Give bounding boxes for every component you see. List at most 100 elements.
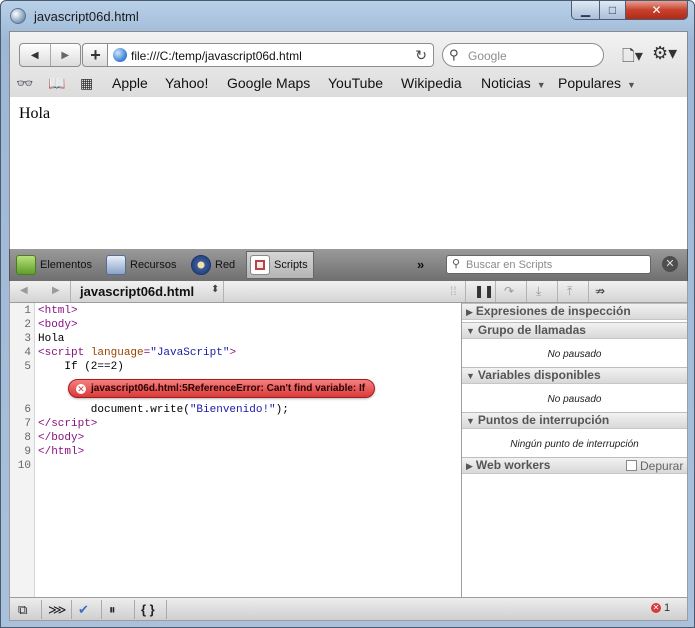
back-button[interactable]: ◀ xyxy=(20,44,51,66)
tab-scripts[interactable]: Scripts xyxy=(246,251,314,279)
line-number[interactable]: 4 xyxy=(10,347,31,359)
tab-recursos[interactable]: Recursos xyxy=(106,251,176,279)
bookmarks-book-icon[interactable]: 📖 xyxy=(48,75,65,92)
line-number[interactable]: 5 xyxy=(10,361,31,373)
disclosure-down-icon: ▼ xyxy=(466,326,475,336)
script-back-button[interactable]: ◀ xyxy=(20,285,28,296)
section-title: Web workers xyxy=(475,458,551,472)
dock-toggle-icon[interactable]: ⧉ xyxy=(18,602,27,618)
address-bar[interactable]: file:///C:/temp/javascript06d.html ↻ xyxy=(107,43,434,67)
section-scope-variables[interactable]: ▼ Variables disponibles xyxy=(462,367,687,384)
gear-icon[interactable]: ⚙▾ xyxy=(652,43,677,64)
pause-icon[interactable]: ❚❚ xyxy=(474,284,494,298)
pane-resize-handle[interactable]: ⁞⁞ xyxy=(450,284,457,298)
error-count[interactable]: ✕ 1 xyxy=(651,602,670,614)
pause-on-exceptions-icon[interactable]: ⏸ xyxy=(109,602,116,618)
close-window-button[interactable]: ✕ xyxy=(625,1,688,20)
page-menu-icon[interactable]: 🗋▾ xyxy=(622,45,643,72)
divider xyxy=(588,281,589,302)
script-forward-button[interactable]: ▶ xyxy=(52,285,60,296)
debug-workers-checkbox[interactable]: Depurar xyxy=(626,459,683,474)
divider xyxy=(557,281,558,302)
console-icon[interactable]: ⋙ xyxy=(48,602,67,618)
divider xyxy=(70,281,71,302)
step-into-icon[interactable]: ⤓ xyxy=(536,284,541,299)
disclosure-right-icon: ▶ xyxy=(466,461,473,471)
reading-list-icon[interactable]: 👓 xyxy=(16,75,33,92)
divider xyxy=(465,281,466,302)
line-number[interactable]: 3 xyxy=(10,333,31,345)
tab-red[interactable]: Red xyxy=(191,251,235,279)
bookmark-apple[interactable]: Apple xyxy=(112,75,148,91)
search-icon: ⚲ xyxy=(452,258,461,270)
code-line: <script language="JavaScript"> xyxy=(38,347,237,359)
checkbox-box xyxy=(626,460,637,471)
section-breakpoints[interactable]: ▼ Puntos de interrupción xyxy=(462,412,687,429)
chevron-down-icon: ▼ xyxy=(627,80,636,90)
step-over-icon[interactable]: ↷ xyxy=(504,284,514,298)
bookmark-google-maps[interactable]: Google Maps xyxy=(227,75,310,91)
bookmark-yahoo[interactable]: Yahoo! xyxy=(165,75,208,91)
top-sites-grid-icon[interactable]: ▦ xyxy=(80,75,93,92)
deactivate-breakpoints-icon[interactable]: ⇏ xyxy=(595,284,605,298)
title-bar: javascript06d.html ▁ □ ✕ xyxy=(1,1,694,31)
forward-button[interactable]: ▶ xyxy=(51,44,81,66)
bookmark-wikipedia[interactable]: Wikipedia xyxy=(401,75,462,91)
line-number[interactable]: 6 xyxy=(10,404,31,416)
line-number[interactable]: 2 xyxy=(10,319,31,331)
elements-icon xyxy=(16,255,36,275)
add-bookmark-button[interactable]: + xyxy=(82,43,108,67)
tab-scripts-label: Scripts xyxy=(274,259,308,271)
line-number[interactable]: 9 xyxy=(10,446,31,458)
scripts-search-input[interactable]: ⚲ Buscar en Scripts xyxy=(446,255,651,274)
debugger-sidebar: ▶ Expresiones de inspección ▼ Grupo de lla… xyxy=(462,303,688,597)
bookmark-noticias-label: Noticias xyxy=(481,75,531,91)
tab-elementos-label: Elementos xyxy=(40,259,92,271)
line-number[interactable]: 1 xyxy=(10,305,31,317)
scope-variables-status: No pausado xyxy=(547,394,602,405)
file-select-updown-icon[interactable]: ⬍ xyxy=(211,284,219,295)
disclosure-down-icon: ▼ xyxy=(466,371,475,381)
bookmark-youtube[interactable]: YouTube xyxy=(328,75,383,91)
section-web-workers[interactable]: ▶ Web workers Depurar xyxy=(462,457,687,474)
tab-elementos[interactable]: Elementos xyxy=(16,251,92,279)
disclosure-right-icon: ▶ xyxy=(466,307,473,317)
line-number[interactable]: 8 xyxy=(10,432,31,444)
scripts-toolbar: ◀ ▶ javascript06d.html ⬍ ⁞⁞ ❚❚ ↷ ⤓ ⤒ ⇏ xyxy=(9,281,688,303)
line-number[interactable]: 7 xyxy=(10,418,31,430)
bookmark-populares[interactable]: Populares ▼ xyxy=(558,75,636,91)
error-icon: ✕ xyxy=(651,603,661,613)
browser-toolbar: ◀ ▶ + file:///C:/temp/javascript06d.html… xyxy=(9,31,688,97)
code-line: </html> xyxy=(38,446,85,458)
more-tabs-button[interactable]: » xyxy=(417,257,424,272)
scripts-search-placeholder: Buscar en Scripts xyxy=(466,259,553,271)
code-line: Hola xyxy=(38,333,65,345)
step-out-icon[interactable]: ⤒ xyxy=(567,284,572,299)
search-field[interactable]: ⚲ Google xyxy=(442,43,604,67)
maximize-button[interactable]: □ xyxy=(599,1,626,20)
scripts-icon xyxy=(250,255,270,275)
reload-icon[interactable]: ↻ xyxy=(415,47,427,64)
section-watch-expressions[interactable]: ▶ Expresiones de inspección xyxy=(462,303,687,320)
section-title: Puntos de interrupción xyxy=(477,413,610,427)
section-title: Grupo de llamadas xyxy=(477,323,586,337)
minimize-button[interactable]: ▁ xyxy=(571,1,600,20)
line-number[interactable]: 10 xyxy=(10,460,31,472)
disclosure-down-icon: ▼ xyxy=(466,416,475,426)
source-pane[interactable]: 1 2 3 4 5 6 7 8 9 10 <html> <body> Hola … xyxy=(9,303,462,597)
code-line: </script> xyxy=(38,418,98,430)
pretty-print-icon[interactable]: { } xyxy=(141,602,155,617)
nav-buttons: ◀ ▶ xyxy=(19,43,81,67)
globe-icon xyxy=(113,48,127,62)
close-inspector-button[interactable]: ✕ xyxy=(662,256,678,272)
checkbox-label: Depurar xyxy=(640,459,684,473)
checkmark-icon[interactable]: ✔ xyxy=(78,602,89,618)
bookmark-noticias[interactable]: Noticias ▼ xyxy=(481,75,546,91)
search-icon: ⚲ xyxy=(449,47,459,62)
url-text: file:///C:/temp/javascript06d.html xyxy=(131,49,302,63)
section-call-stack[interactable]: ▼ Grupo de llamadas xyxy=(462,322,687,339)
search-placeholder: Google xyxy=(468,49,507,63)
tab-recursos-label: Recursos xyxy=(130,259,177,271)
line-number-gutter: 1 2 3 4 5 6 7 8 9 10 xyxy=(10,303,35,597)
script-file-select[interactable]: javascript06d.html xyxy=(80,284,194,299)
